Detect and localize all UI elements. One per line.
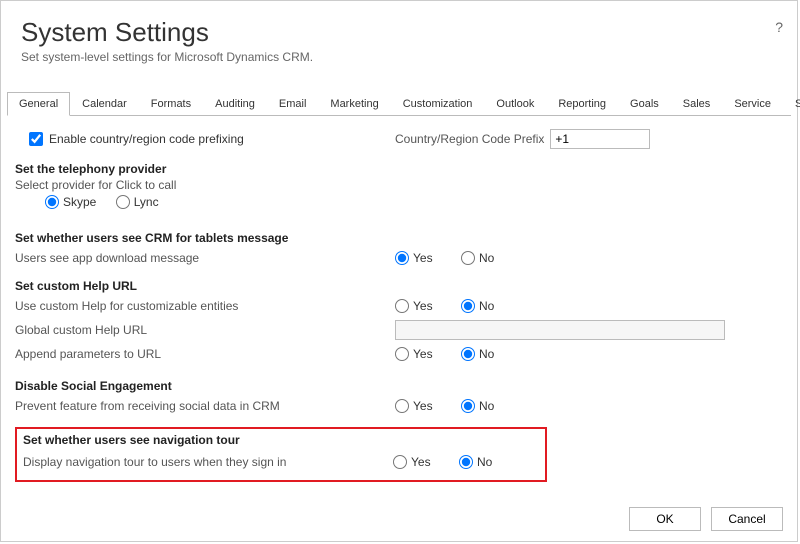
tab-email[interactable]: Email [267,92,319,115]
page-subtitle: Set system-level settings for Microsoft … [21,50,777,64]
social-no-label: No [479,399,494,413]
telephony-skype-label: Skype [63,195,96,209]
social-sublabel: Prevent feature from receiving social da… [15,399,395,413]
helpurl-custom-yes-label: Yes [413,299,433,313]
tab-sales[interactable]: Sales [671,92,723,115]
help-icon[interactable]: ? [775,19,783,35]
ok-button[interactable]: OK [629,507,701,531]
country-prefix-input[interactable] [550,129,650,149]
navtour-yes-label: Yes [411,455,431,469]
tablets-yes-label: Yes [413,251,433,265]
cancel-button[interactable]: Cancel [711,507,783,531]
tablets-sublabel: Users see app download message [15,251,395,265]
tab-reporting[interactable]: Reporting [546,92,618,115]
social-title: Disable Social Engagement [15,379,783,393]
navtour-title: Set whether users see navigation tour [23,433,539,447]
enable-prefix-label: Enable country/region code prefixing [49,132,244,146]
social-yes-label: Yes [413,399,433,413]
tablets-no-label: No [479,251,494,265]
social-yes-radio[interactable] [395,399,409,413]
tab-general[interactable]: General [7,92,70,116]
tab-service[interactable]: Service [722,92,783,115]
tab-goals[interactable]: Goals [618,92,671,115]
telephony-sublabel: Select provider for Click to call [15,178,783,192]
tab-marketing[interactable]: Marketing [318,92,390,115]
helpurl-row3-label: Append parameters to URL [15,347,395,361]
navtour-yes-radio[interactable] [393,455,407,469]
helpurl-append-yes-label: Yes [413,347,433,361]
tab-auditing[interactable]: Auditing [203,92,267,115]
tab-synchronization[interactable]: Synchronization [783,92,800,115]
telephony-lync-radio[interactable] [116,195,130,209]
helpurl-row2-label: Global custom Help URL [15,323,395,337]
helpurl-append-no-radio[interactable] [461,347,475,361]
navtour-highlight: Set whether users see navigation tour Di… [15,427,547,482]
enable-prefix-checkbox[interactable] [29,132,43,146]
tab-bar: General Calendar Formats Auditing Email … [7,92,791,116]
social-no-radio[interactable] [461,399,475,413]
tablets-title: Set whether users see CRM for tablets me… [15,231,783,245]
helpurl-custom-no-label: No [479,299,494,313]
navtour-sublabel: Display navigation tour to users when th… [23,455,393,469]
tablets-yes-radio[interactable] [395,251,409,265]
helpurl-custom-yes-radio[interactable] [395,299,409,313]
helpurl-append-yes-radio[interactable] [395,347,409,361]
tab-outlook[interactable]: Outlook [484,92,546,115]
country-prefix-label: Country/Region Code Prefix [395,132,544,146]
helpurl-append-no-label: No [479,347,494,361]
navtour-no-label: No [477,455,492,469]
telephony-lync-label: Lync [134,195,159,209]
tab-customization[interactable]: Customization [391,92,485,115]
telephony-title: Set the telephony provider [15,162,783,176]
helpurl-global-input[interactable] [395,320,725,340]
tab-formats[interactable]: Formats [139,92,203,115]
tablets-no-radio[interactable] [461,251,475,265]
helpurl-title: Set custom Help URL [15,279,783,293]
helpurl-row1-label: Use custom Help for customizable entitie… [15,299,395,313]
helpurl-custom-no-radio[interactable] [461,299,475,313]
tab-calendar[interactable]: Calendar [70,92,139,115]
navtour-no-radio[interactable] [459,455,473,469]
telephony-skype-radio[interactable] [45,195,59,209]
page-title: System Settings [21,17,777,48]
